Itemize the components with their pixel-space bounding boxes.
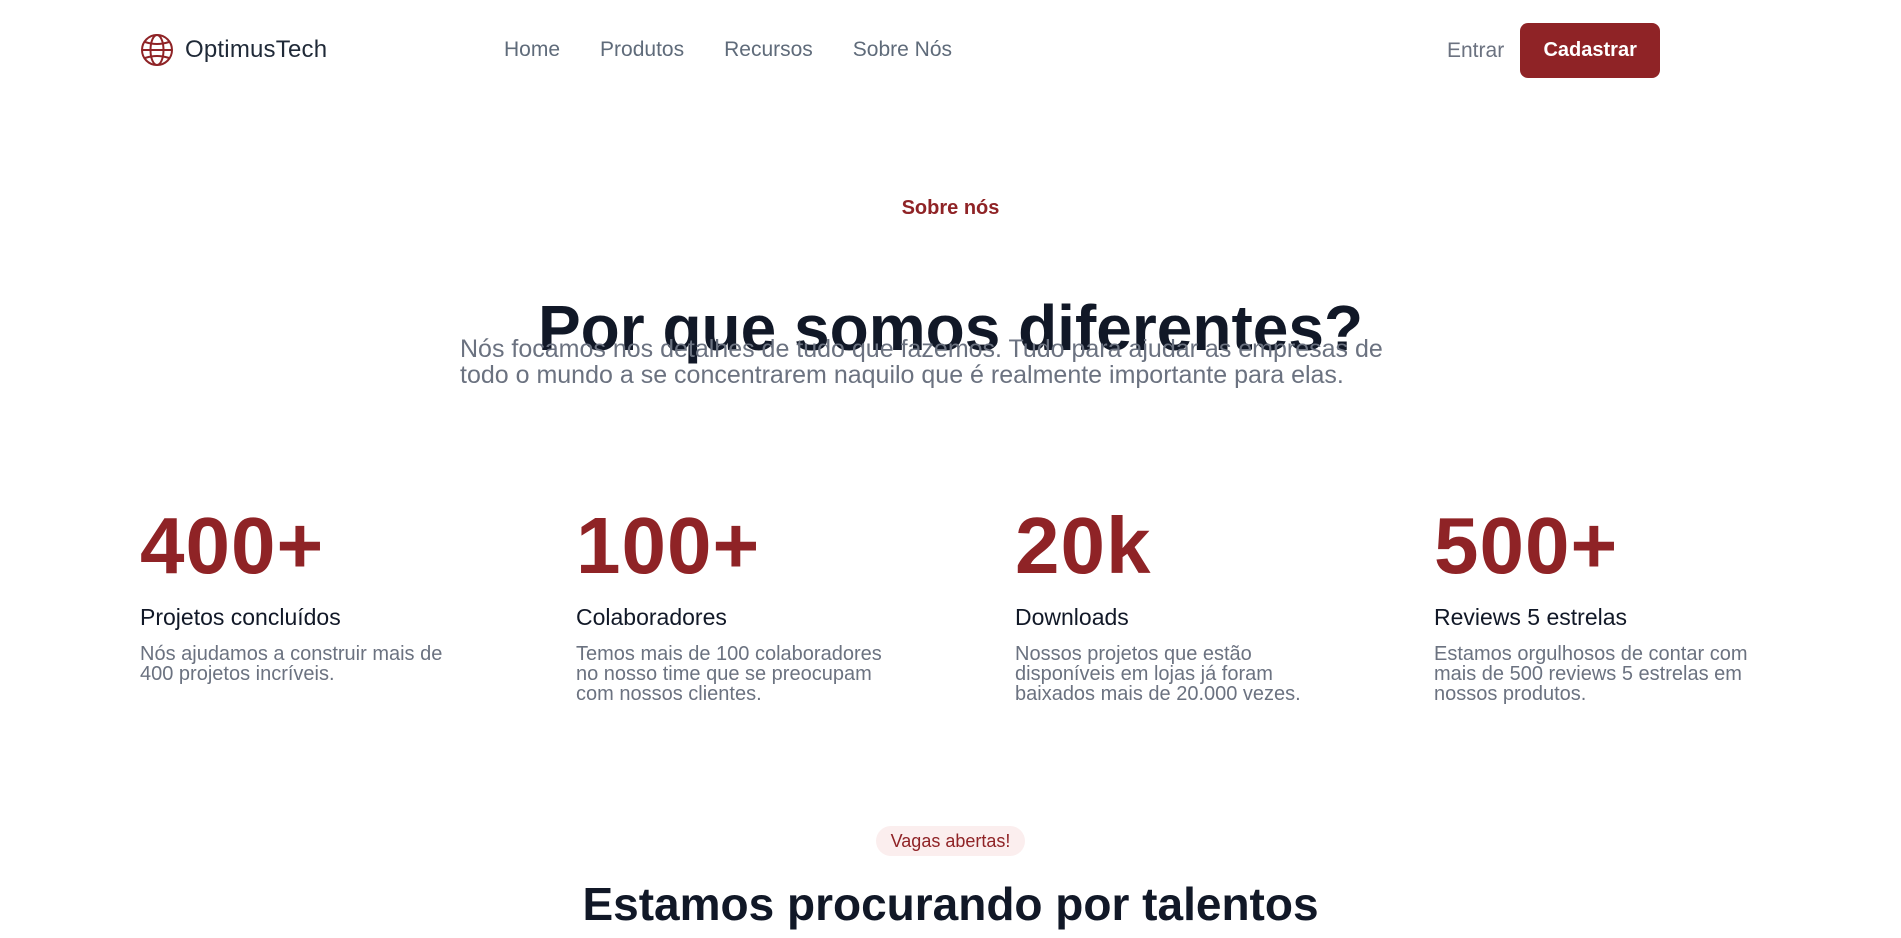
stat-collaborators: 100+ Colaboradores Temos mais de 100 col…	[576, 500, 916, 704]
about-subtitle-line: todo o mundo a se concentrarem naquilo q…	[460, 361, 1344, 389]
about-subtitle: Nós focamos nos detalhes de tudo que faz…	[460, 336, 1460, 388]
stat-description: Estamos orgulhosos de contar com mais de…	[1434, 644, 1794, 704]
stat-value: 400+	[140, 501, 325, 590]
brand-name: OptimusTech	[185, 36, 328, 63]
about-eyebrow: Sobre nós	[901, 197, 1000, 219]
nav-recursos[interactable]: Recursos	[724, 36, 813, 64]
stat-description-line: nossos produtos.	[1434, 683, 1587, 705]
stat-description-line: disponíveis em lojas já foram	[1015, 663, 1273, 685]
main-nav: Home Produtos Recursos Sobre Nós	[504, 36, 992, 64]
nav-home[interactable]: Home	[504, 36, 560, 64]
stat-projects: 400+ Projetos concluídos Nós ajudamos a …	[140, 500, 480, 684]
about-subtitle-line: Nós focamos nos detalhes de tudo que faz…	[460, 335, 1383, 363]
stat-description-line: mais de 500 reviews 5 estrelas em	[1434, 663, 1742, 685]
about-section: Sobre nós Por que somos diferentes? Nós …	[0, 190, 1901, 388]
stat-value: 20k	[1015, 501, 1152, 590]
stat-label: Colaboradores	[576, 604, 727, 630]
stat-description: Temos mais de 100 colaboradores no nosso…	[576, 644, 916, 704]
nav-sobre-nos[interactable]: Sobre Nós	[853, 36, 952, 64]
stat-description: Nossos projetos que estão disponíveis em…	[1015, 644, 1355, 704]
stat-description-line: baixados mais de 20.000 vezes.	[1015, 683, 1301, 705]
stat-description: Nós ajudamos a construir mais de 400 pro…	[140, 644, 480, 684]
stat-description-line: Nossos projetos que estão	[1015, 643, 1252, 665]
careers-title: Estamos procurando por talentos	[582, 878, 1319, 930]
signup-button[interactable]: Cadastrar	[1520, 23, 1661, 78]
stat-description-line: 400 projetos incríveis.	[140, 663, 335, 685]
stat-label: Downloads	[1015, 604, 1129, 630]
site-header: OptimusTech Home Produtos Recursos Sobre…	[0, 0, 1901, 100]
stat-label: Projetos concluídos	[140, 604, 341, 630]
open-positions-badge: Vagas abertas!	[875, 826, 1026, 856]
stat-description-line: no nosso time que se preocupam	[576, 663, 872, 685]
stat-value: 500+	[1434, 501, 1619, 590]
stat-reviews: 500+ Reviews 5 estrelas Estamos orgulhos…	[1434, 500, 1794, 704]
stat-downloads: 20k Downloads Nossos projetos que estão …	[1015, 500, 1355, 704]
stats-section: 400+ Projetos concluídos Nós ajudamos a …	[0, 500, 1901, 720]
login-link[interactable]: Entrar	[1447, 39, 1504, 63]
stat-description-line: Temos mais de 100 colaboradores	[576, 643, 882, 665]
stat-description-line: com nossos clientes.	[576, 683, 762, 705]
stat-description-line: Nós ajudamos a construir mais de	[140, 643, 443, 665]
stat-label: Reviews 5 estrelas	[1434, 604, 1628, 630]
brand-link[interactable]: OptimusTech	[139, 30, 327, 70]
careers-section: Vagas abertas! Estamos procurando por ta…	[0, 826, 1901, 930]
stat-description-line: Estamos orgulhosos de contar com	[1434, 643, 1748, 665]
stat-value: 100+	[576, 501, 761, 590]
globe-icon	[139, 32, 175, 68]
auth-actions: Entrar Cadastrar	[1447, 23, 1661, 78]
nav-produtos[interactable]: Produtos	[600, 36, 684, 64]
